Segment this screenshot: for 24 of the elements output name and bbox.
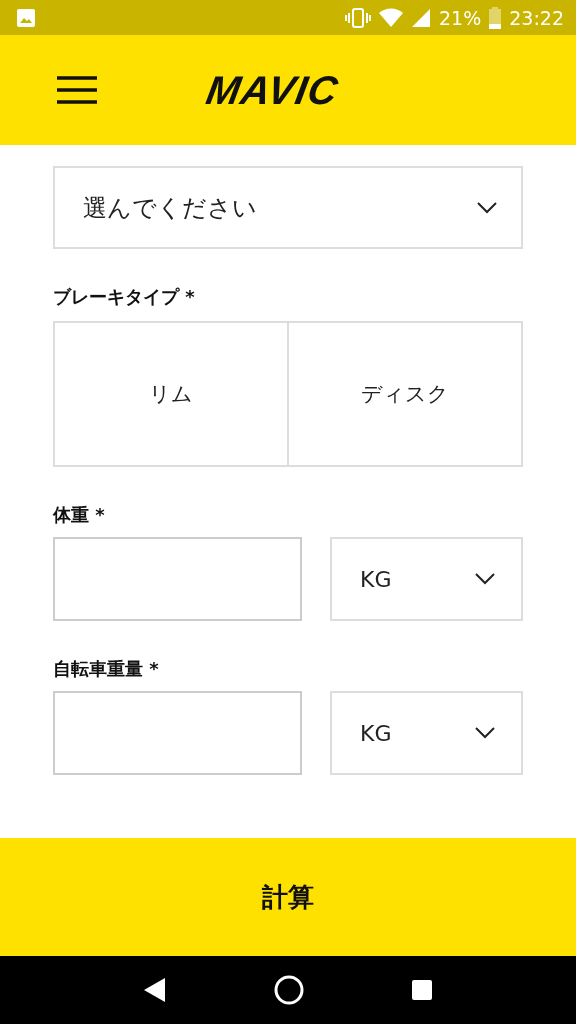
dropdown[interactable]: 選んでください bbox=[53, 166, 523, 249]
field-label: 自転車重量 * bbox=[53, 657, 160, 681]
input-field[interactable] bbox=[53, 537, 302, 621]
unit-dropdown[interactable]: KG bbox=[330, 537, 523, 621]
calculate-button[interactable]: 計算 bbox=[0, 838, 576, 956]
image-icon bbox=[16, 7, 36, 28]
vibrate-icon bbox=[345, 7, 371, 28]
clock: 23:22 bbox=[509, 6, 564, 29]
chevron-down-icon bbox=[475, 573, 495, 585]
chevron-down-icon bbox=[475, 727, 495, 739]
recents-icon[interactable] bbox=[411, 979, 433, 1001]
signal-icon bbox=[411, 7, 431, 28]
battery-icon bbox=[489, 6, 502, 29]
back-icon[interactable] bbox=[143, 977, 167, 1003]
menu-icon[interactable] bbox=[57, 75, 97, 105]
home-icon[interactable] bbox=[273, 974, 305, 1006]
battery-percent: 21% bbox=[439, 6, 482, 29]
input-field[interactable] bbox=[53, 691, 302, 775]
logo[interactable]: MAVIC bbox=[203, 67, 342, 113]
unit-dropdown[interactable]: KG bbox=[330, 691, 523, 775]
chevron-down-icon bbox=[477, 201, 497, 214]
field-label: ブレーキタイプ * bbox=[53, 285, 196, 309]
wifi-icon bbox=[379, 7, 403, 28]
field-label: 体重 * bbox=[53, 503, 106, 527]
